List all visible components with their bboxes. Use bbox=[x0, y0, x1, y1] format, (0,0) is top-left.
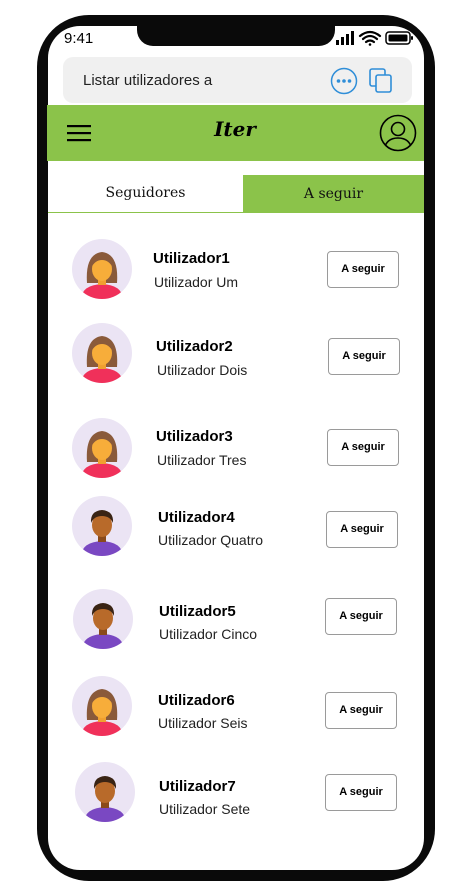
full-name: Utilizador Dois bbox=[157, 362, 248, 378]
following-button[interactable]: A seguir bbox=[327, 429, 399, 466]
full-name: Utilizador Cinco bbox=[159, 626, 258, 642]
username: Utilizador7 bbox=[159, 778, 236, 795]
female-avatar-icon bbox=[72, 418, 132, 478]
female-avatar-icon bbox=[72, 323, 132, 383]
female-avatar-icon bbox=[72, 676, 132, 736]
username: Utilizador5 bbox=[159, 603, 236, 620]
male-avatar-icon bbox=[75, 762, 135, 822]
username: Utilizador4 bbox=[158, 509, 235, 526]
full-name: Utilizador Sete bbox=[159, 801, 251, 817]
full-name: Utilizador Um bbox=[154, 274, 239, 290]
full-name: Utilizador Quatro bbox=[158, 532, 264, 548]
male-avatar-icon bbox=[72, 496, 132, 556]
full-name: Utilizador Tres bbox=[157, 452, 247, 468]
username: Utilizador6 bbox=[158, 692, 235, 709]
following-button[interactable]: A seguir bbox=[327, 251, 399, 288]
full-name: Utilizador Seis bbox=[158, 715, 248, 731]
following-button[interactable]: A seguir bbox=[325, 774, 397, 811]
following-button[interactable]: A seguir bbox=[328, 338, 400, 375]
username: Utilizador1 bbox=[153, 250, 230, 267]
username: Utilizador2 bbox=[156, 338, 233, 355]
following-button[interactable]: A seguir bbox=[325, 598, 397, 635]
following-button[interactable]: A seguir bbox=[325, 692, 397, 729]
following-button[interactable]: A seguir bbox=[326, 511, 398, 548]
username: Utilizador3 bbox=[156, 428, 233, 445]
following-list: Utilizador1 Utilizador Um A seguir Utili… bbox=[0, 0, 455, 894]
female-avatar-icon bbox=[72, 239, 132, 299]
male-avatar-icon bbox=[73, 589, 133, 649]
